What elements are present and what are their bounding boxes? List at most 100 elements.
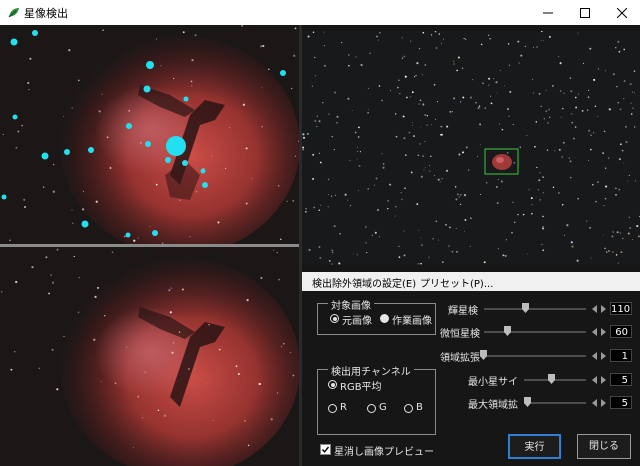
slider-track[interactable] [484, 331, 586, 333]
star [505, 239, 507, 241]
slider-arrows-icon[interactable] [591, 327, 607, 337]
star [225, 168, 227, 170]
star [9, 239, 11, 241]
star [630, 113, 633, 115]
star [104, 315, 106, 317]
slider-arrows-icon[interactable] [591, 304, 607, 314]
star [318, 245, 321, 249]
star [71, 107, 73, 109]
star [381, 153, 383, 155]
slider-track[interactable] [524, 379, 586, 381]
detection-zoom-view[interactable] [0, 25, 299, 244]
preview-checkbox[interactable] [320, 444, 331, 455]
star [323, 64, 326, 67]
star [318, 209, 321, 212]
star [365, 251, 368, 254]
star [590, 257, 592, 259]
slider-thumb[interactable] [548, 374, 555, 384]
slider-thumb[interactable] [504, 326, 511, 336]
star [548, 108, 550, 111]
star [625, 126, 627, 128]
detected-star-marker [280, 70, 286, 76]
close-dialog-button[interactable]: 閉じる [577, 434, 631, 459]
star [463, 194, 467, 197]
slider-arrows-icon[interactable] [591, 375, 607, 385]
star [449, 110, 452, 113]
slider-value[interactable]: 5 [610, 373, 632, 386]
slider-thumb[interactable] [522, 303, 529, 313]
star [328, 194, 330, 195]
star [319, 161, 322, 164]
star [347, 199, 349, 201]
star [261, 126, 263, 128]
star [543, 118, 545, 120]
menu-exclusion-area[interactable]: 検出除外領域の設定(E) [312, 275, 416, 290]
star [50, 274, 52, 276]
star [319, 257, 322, 259]
star [403, 137, 406, 140]
slider-value[interactable]: 1 [610, 349, 632, 362]
star [435, 47, 438, 49]
star [588, 129, 591, 132]
star [604, 247, 606, 250]
starless-preview-view[interactable] [0, 247, 299, 466]
star [344, 193, 347, 196]
star [333, 149, 335, 151]
slider-thumb[interactable] [524, 397, 531, 407]
star [217, 221, 220, 224]
star [333, 91, 337, 94]
detected-star-marker [146, 61, 154, 69]
star [404, 154, 407, 157]
detected-star-marker [145, 141, 151, 147]
star [618, 158, 621, 161]
star [589, 148, 592, 151]
close-button[interactable] [603, 0, 640, 25]
star [538, 179, 541, 182]
execute-button[interactable]: 実行 [508, 434, 561, 459]
slider-value[interactable]: 60 [610, 325, 632, 338]
star [411, 122, 413, 124]
star [379, 32, 381, 34]
star [561, 156, 563, 158]
slider-value[interactable]: 5 [610, 396, 632, 409]
star [573, 137, 575, 140]
star [535, 121, 538, 123]
star [453, 63, 455, 65]
star [440, 125, 443, 128]
slider-arrows-icon[interactable] [591, 398, 607, 408]
menu-presets[interactable]: プリセット(P)... [420, 275, 493, 290]
slider-arrows-icon[interactable] [591, 351, 607, 361]
star [562, 107, 564, 110]
app-leaf-icon [8, 8, 19, 18]
slider-track[interactable] [484, 308, 586, 310]
star [531, 78, 534, 81]
star [456, 69, 458, 72]
slider-thumb[interactable] [480, 350, 487, 360]
maximize-button[interactable] [566, 0, 604, 25]
star [497, 248, 499, 250]
star [619, 108, 622, 111]
star [632, 107, 634, 109]
slider-value[interactable]: 110 [610, 302, 632, 315]
star [419, 99, 422, 102]
slider-track[interactable] [524, 402, 586, 404]
star [417, 262, 420, 265]
star [604, 70, 606, 72]
star [63, 115, 65, 117]
star [618, 50, 621, 53]
minimize-button[interactable] [529, 0, 567, 25]
star [612, 251, 614, 253]
star [563, 92, 565, 95]
star [545, 89, 547, 91]
star [402, 115, 405, 118]
star [356, 151, 358, 153]
full-image-overview[interactable] [302, 31, 640, 265]
star [341, 42, 343, 44]
star [528, 189, 530, 191]
star [437, 178, 440, 181]
slider-track[interactable] [480, 355, 586, 357]
star [179, 199, 181, 201]
star [387, 200, 389, 202]
star [331, 135, 333, 138]
star [403, 254, 406, 257]
